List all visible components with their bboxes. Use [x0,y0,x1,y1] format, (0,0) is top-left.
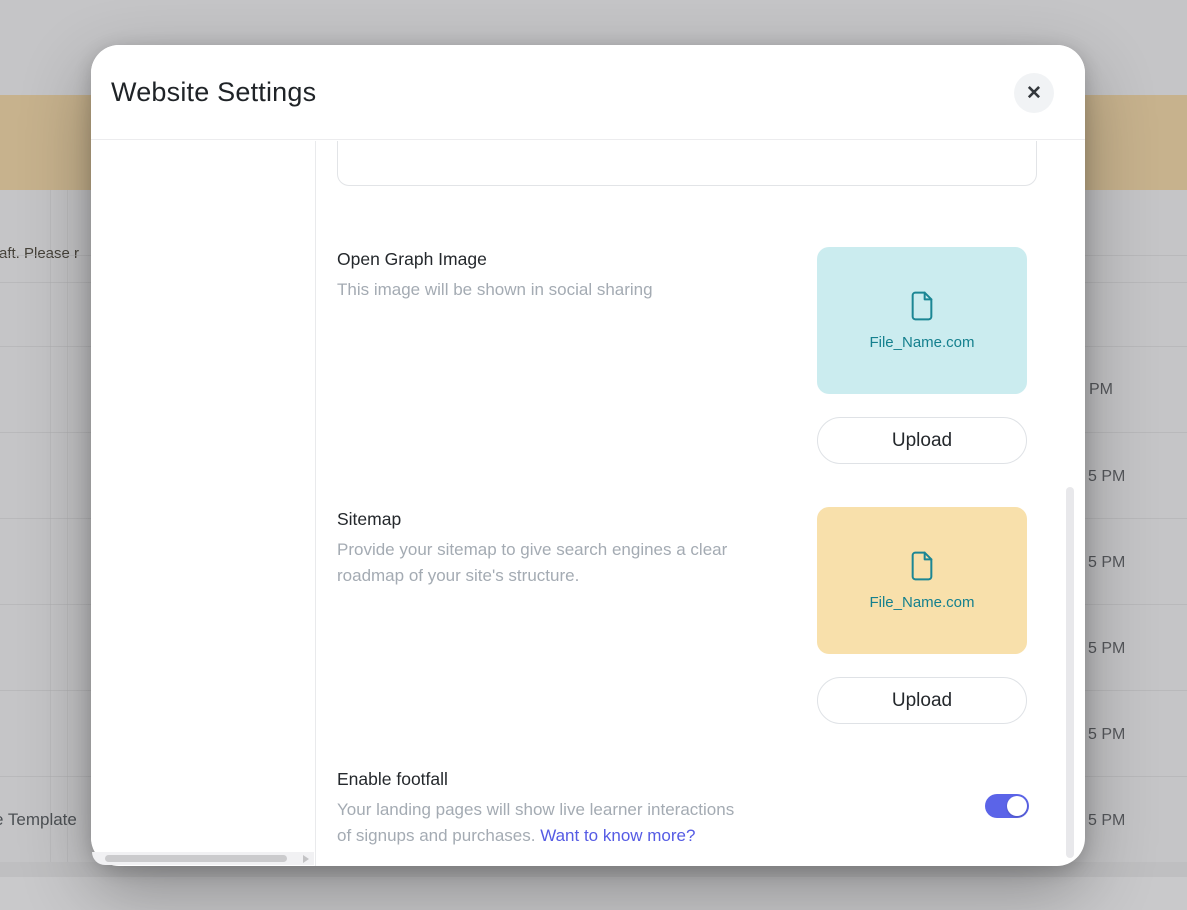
table-cell-time: 5 PM [1088,468,1125,486]
close-icon: ✕ [1026,84,1042,103]
modal-title: Website Settings [111,77,316,108]
page-bottom-strip [0,877,1187,910]
modal-header: Website Settings ✕ [91,45,1085,140]
footfall-toggle[interactable] [985,794,1029,818]
background-column-line [67,190,68,877]
horizontal-scrollbar[interactable] [92,852,314,865]
website-settings-modal: Website Settings ✕ Open Graph Image This… [91,45,1085,866]
file-icon [906,550,938,582]
sitemap-label: Sitemap [337,509,401,530]
table-cell-time: 5 PM [1088,554,1125,572]
footfall-label: Enable footfall [337,769,448,790]
scrollbar-right-arrow-icon[interactable] [303,855,309,863]
sitemap-file-name: File_Name.com [869,594,974,611]
open-graph-file-name: File_Name.com [869,334,974,351]
modal-left-panel [91,141,315,865]
background-column-line [50,190,51,877]
vertical-scrollbar-thumb[interactable] [1066,487,1074,858]
open-graph-file-preview[interactable]: File_Name.com [817,247,1027,394]
horizontal-scrollbar-thumb[interactable] [105,855,287,862]
table-cell-template: e Template [0,810,77,830]
sitemap-description-line1: Provide your sitemap to give search engi… [337,540,727,559]
footfall-description: Your landing pages will show live learne… [337,797,734,849]
text-field-partial[interactable] [337,141,1037,186]
file-icon [906,290,938,322]
want-to-know-more-link[interactable]: Want to know more? [540,826,695,845]
table-cell-time: 5 PM [1088,812,1125,830]
close-button[interactable]: ✕ [1014,73,1054,113]
table-cell-time: PM [1089,381,1113,399]
sitemap-description: Provide your sitemap to give search engi… [337,537,727,589]
draft-warning-text: raft. Please r [0,245,79,262]
toggle-knob [1007,796,1027,816]
panel-divider [315,141,316,866]
table-cell-time: 5 PM [1088,726,1125,744]
table-cell-time: 5 PM [1088,640,1125,658]
open-graph-label: Open Graph Image [337,249,487,270]
footfall-description-line2: of signups and purchases. [337,826,540,845]
sitemap-file-preview[interactable]: File_Name.com [817,507,1027,654]
footfall-description-line1: Your landing pages will show live learne… [337,800,734,819]
open-graph-description: This image will be shown in social shari… [337,277,653,303]
sitemap-description-line2: roadmap of your site's structure. [337,566,579,585]
sitemap-upload-button[interactable]: Upload [817,677,1027,724]
open-graph-upload-button[interactable]: Upload [817,417,1027,464]
